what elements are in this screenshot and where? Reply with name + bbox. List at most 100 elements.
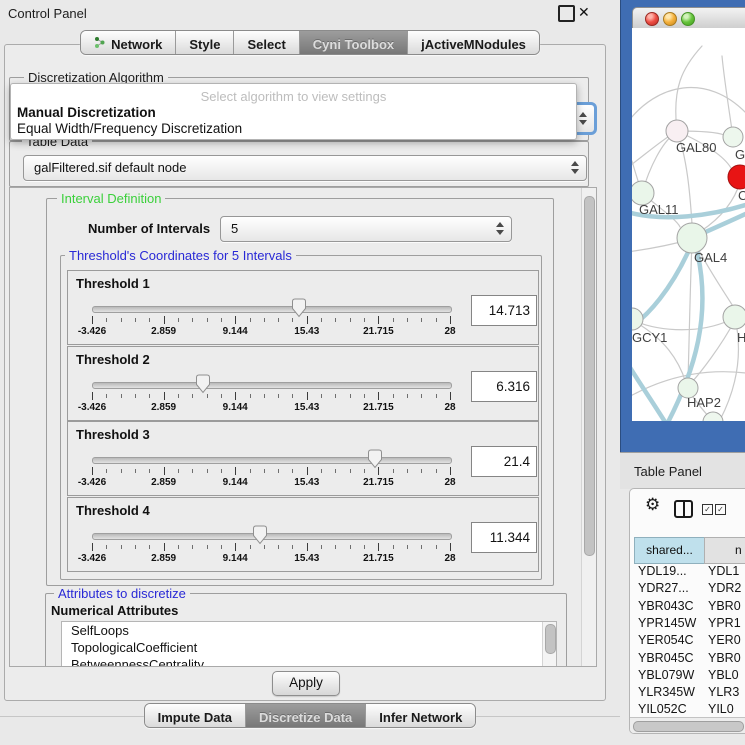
- tab-impute-data[interactable]: Impute Data: [145, 704, 246, 727]
- list-item[interactable]: BetweennessCentrality: [62, 656, 556, 667]
- slider-track[interactable]: [92, 306, 452, 313]
- table-row[interactable]: YER054CYER0: [634, 632, 745, 649]
- tick-mark: [421, 469, 422, 473]
- table-row[interactable]: YBR045CYBR0: [634, 650, 745, 667]
- checkbox-icon[interactable]: ✓: [715, 504, 726, 515]
- close-icon[interactable]: ✕: [578, 4, 590, 21]
- table-panel-header: Table Panel: [620, 452, 745, 489]
- slider-thumb[interactable]: [367, 449, 383, 469]
- tick-mark: [278, 469, 279, 473]
- network-node[interactable]: [632, 308, 643, 330]
- list-item[interactable]: TopologicalCoefficient: [62, 639, 556, 656]
- network-node-label: GAL4: [694, 250, 727, 265]
- tick-mark: [364, 469, 365, 473]
- threshold-value-field[interactable]: 21.4: [471, 446, 537, 477]
- slider-ticks: [92, 316, 450, 325]
- float-window-icon[interactable]: [558, 5, 575, 22]
- minimize-traffic-light-icon[interactable]: [663, 12, 677, 26]
- thresholds-group: Threshold's Coordinates for 5 Intervals …: [60, 255, 542, 580]
- network-view-window[interactable]: GAL80GACGAL11GAL4GCY1HHAP2: [632, 7, 745, 421]
- table-row[interactable]: YBR043CYBR0: [634, 598, 745, 615]
- tab-network[interactable]: Network: [81, 31, 176, 54]
- network-node[interactable]: [728, 165, 745, 189]
- table-row[interactable]: YLR345WYLR3: [634, 684, 745, 701]
- tab-cyni-toolbox[interactable]: Cyni Toolbox: [300, 31, 408, 54]
- dropdown-option[interactable]: Equal Width/Frequency Discretization: [17, 121, 242, 136]
- close-traffic-light-icon[interactable]: [645, 12, 659, 26]
- tick-mark: [207, 394, 208, 398]
- slider-track[interactable]: [92, 382, 452, 389]
- numerical-attributes-list[interactable]: SelfLoopsTopologicalCoefficientBetweenne…: [61, 621, 557, 667]
- tick-mark: [378, 467, 379, 475]
- tick-mark: [250, 318, 251, 322]
- tick-mark: [149, 469, 150, 473]
- column-header-name[interactable]: n: [704, 537, 745, 564]
- dropdown-option[interactable]: Manual Discretization: [17, 105, 156, 120]
- column-header-shared-name[interactable]: shared...: [634, 537, 705, 564]
- network-edge: [722, 56, 733, 137]
- cell-shared-name: YDR27...: [638, 581, 689, 595]
- slider-thumb[interactable]: [195, 374, 211, 394]
- settings-scrollbar[interactable]: [581, 188, 596, 666]
- checkbox-icon[interactable]: ✓: [702, 504, 713, 515]
- table-row[interactable]: YDR27...YDR2: [634, 580, 745, 597]
- tick-mark: [207, 318, 208, 322]
- tab-discretize-data[interactable]: Discretize Data: [246, 704, 366, 727]
- attributes-group-label: Attributes to discretize: [54, 586, 190, 601]
- tick-mark: [92, 392, 93, 400]
- tick-mark: [407, 394, 408, 398]
- tick-mark: [121, 545, 122, 549]
- tick-mark: [106, 394, 107, 398]
- table-row[interactable]: YBL079WYBL0: [634, 667, 745, 684]
- split-columns-icon[interactable]: [674, 500, 693, 518]
- attributes-scrollbar[interactable]: [542, 622, 556, 667]
- slider-thumb[interactable]: [291, 298, 307, 318]
- tick-mark: [250, 469, 251, 473]
- control-panel: Control Panel ✕ Discretization Algorithm…: [0, 0, 620, 745]
- tab-infer-network[interactable]: Infer Network: [366, 704, 475, 727]
- gear-icon[interactable]: ⚙: [645, 495, 660, 515]
- tick-mark: [393, 394, 394, 398]
- network-window-titlebar[interactable]: [632, 7, 745, 30]
- tick-mark: [335, 318, 336, 322]
- tick-label: 21.715: [363, 402, 394, 413]
- tab-jactivemnodules[interactable]: jActiveMNodules: [408, 31, 539, 54]
- tick-mark: [350, 469, 351, 473]
- node-table-panel: ⚙ ✓ ✓ shared... n YDL19...YDL1YDR27...YD…: [629, 488, 745, 734]
- network-graph[interactable]: GAL80GACGAL11GAL4GCY1HHAP2: [632, 28, 745, 421]
- apply-button[interactable]: Apply: [272, 671, 340, 696]
- network-node[interactable]: [723, 127, 743, 147]
- table-row[interactable]: YPR145WYPR1: [634, 615, 745, 632]
- zoom-traffic-light-icon[interactable]: [681, 12, 695, 26]
- network-canvas[interactable]: GAL80GACGAL11GAL4GCY1HHAP2: [632, 28, 745, 421]
- scrollbar-thumb[interactable]: [545, 624, 556, 654]
- network-node[interactable]: [666, 120, 688, 142]
- table-data-combo[interactable]: galFiltered.sif default node: [23, 155, 587, 181]
- tab-label: Impute Data: [158, 710, 232, 725]
- table-row[interactable]: YDL19...YDL1: [634, 563, 745, 580]
- num-intervals-combo[interactable]: 5: [220, 216, 512, 242]
- slider-thumb[interactable]: [252, 525, 268, 545]
- threshold-value-field[interactable]: 11.344: [471, 522, 537, 553]
- list-item[interactable]: SelfLoops: [62, 622, 556, 639]
- tab-label: Discretize Data: [259, 710, 352, 725]
- tab-style[interactable]: Style: [176, 31, 234, 54]
- network-node[interactable]: [723, 305, 745, 329]
- scrollbar-thumb[interactable]: [633, 721, 744, 732]
- interval-definition-label: Interval Definition: [57, 191, 165, 206]
- threshold-value-field[interactable]: 14.713: [471, 295, 537, 326]
- tick-label: -3.426: [78, 402, 106, 413]
- threshold-value-field[interactable]: 6.316: [471, 371, 537, 402]
- tick-mark: [178, 469, 179, 473]
- tab-select[interactable]: Select: [234, 31, 299, 54]
- table-horizontal-scrollbar[interactable]: [630, 717, 745, 734]
- slider-track[interactable]: [92, 457, 452, 464]
- tick-mark: [106, 545, 107, 549]
- slider-track[interactable]: [92, 533, 452, 540]
- tick-label: 28: [444, 477, 455, 488]
- scrollbar-thumb[interactable]: [584, 196, 595, 556]
- threshold-panel: Threshold 2-3.4262.8599.14415.4321.71528…: [67, 346, 539, 421]
- network-node-label: GA: [735, 147, 745, 162]
- network-node[interactable]: [677, 223, 707, 253]
- tick-mark: [92, 543, 93, 551]
